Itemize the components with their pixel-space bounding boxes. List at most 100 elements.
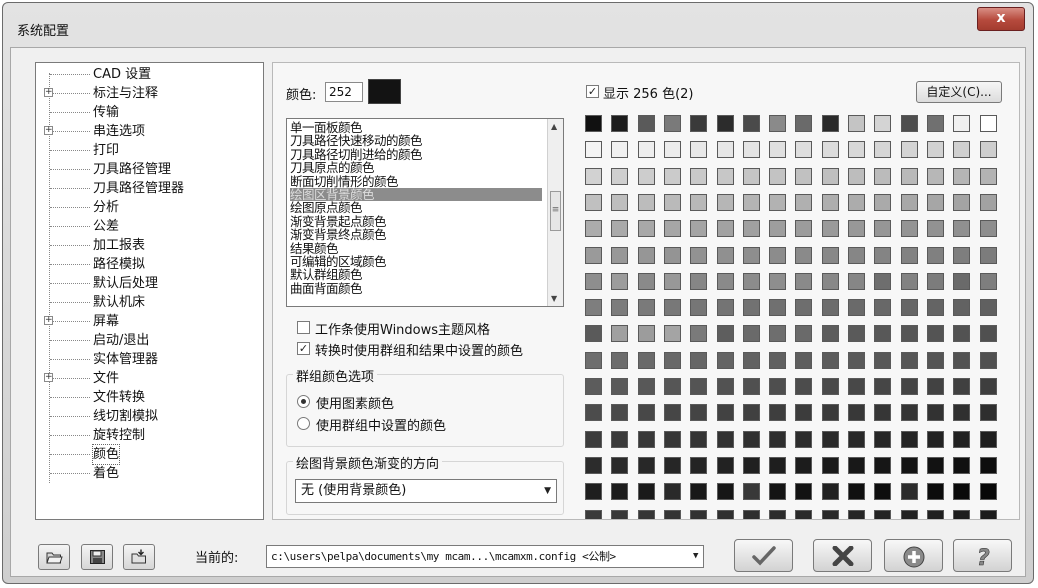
palette-color-cell[interactable] bbox=[585, 430, 602, 448]
palette-color-cell[interactable] bbox=[637, 115, 655, 132]
palette-color-cell[interactable] bbox=[769, 115, 787, 132]
palette-color-cell[interactable] bbox=[848, 299, 865, 317]
palette-color-cell[interactable] bbox=[716, 430, 734, 448]
palette-color-cell[interactable] bbox=[874, 509, 892, 519]
palette-color-cell[interactable] bbox=[690, 193, 708, 211]
tree-item[interactable]: 刀具路径管理 bbox=[36, 160, 263, 179]
palette-color-cell[interactable] bbox=[742, 456, 760, 474]
palette-color-cell[interactable] bbox=[637, 378, 655, 395]
palette-color-cell[interactable] bbox=[953, 430, 971, 448]
palette-color-cell[interactable] bbox=[663, 299, 681, 317]
show-256-colors-checkbox[interactable]: ✓ bbox=[586, 85, 599, 98]
palette-color-cell[interactable] bbox=[585, 509, 602, 519]
palette-color-cell[interactable] bbox=[716, 378, 734, 395]
expand-plus-icon[interactable]: + bbox=[44, 88, 53, 97]
color-list-item[interactable]: 绘图原点颜色 bbox=[290, 201, 542, 214]
palette-color-cell[interactable] bbox=[926, 483, 944, 501]
palette-color-cell[interactable] bbox=[795, 299, 813, 317]
tree-item[interactable]: 启动/退出 bbox=[36, 331, 263, 350]
tree-item[interactable]: + 串连选项 bbox=[36, 122, 263, 141]
palette-color-cell[interactable] bbox=[795, 115, 813, 132]
palette-color-cell[interactable] bbox=[637, 456, 655, 474]
palette-color-cell[interactable] bbox=[611, 141, 629, 159]
palette-color-cell[interactable] bbox=[900, 404, 918, 422]
palette-color-cell[interactable] bbox=[611, 483, 629, 501]
palette-color-cell[interactable] bbox=[716, 246, 734, 264]
palette-color-cell[interactable] bbox=[716, 483, 734, 501]
palette-color-cell[interactable] bbox=[611, 351, 629, 369]
palette-color-cell[interactable] bbox=[874, 141, 892, 159]
palette-color-cell[interactable] bbox=[821, 141, 839, 159]
palette-color-cell[interactable] bbox=[769, 351, 787, 369]
palette-color-cell[interactable] bbox=[611, 378, 629, 395]
palette-color-cell[interactable] bbox=[716, 167, 734, 185]
palette-color-cell[interactable] bbox=[848, 325, 865, 343]
tree-item[interactable]: CAD 设置 bbox=[36, 65, 263, 84]
color-list-item[interactable]: 绘图区背景颜色 bbox=[290, 188, 542, 201]
expand-plus-icon[interactable]: + bbox=[44, 316, 53, 325]
palette-color-cell[interactable] bbox=[848, 351, 865, 369]
color-list-item[interactable]: 渐变背景终点颜色 bbox=[290, 228, 542, 241]
palette-color-cell[interactable] bbox=[690, 115, 708, 132]
palette-color-cell[interactable] bbox=[926, 430, 944, 448]
palette-color-cell[interactable] bbox=[926, 272, 944, 290]
palette-color-cell[interactable] bbox=[742, 246, 760, 264]
color-palette-grid[interactable] bbox=[585, 115, 1008, 519]
palette-color-cell[interactable] bbox=[663, 272, 681, 290]
palette-color-cell[interactable] bbox=[874, 378, 892, 395]
palette-color-cell[interactable] bbox=[900, 220, 918, 238]
palette-color-cell[interactable] bbox=[769, 325, 787, 343]
palette-color-cell[interactable] bbox=[926, 246, 944, 264]
tree-item[interactable]: 默认机床 bbox=[36, 293, 263, 312]
expand-plus-icon[interactable]: + bbox=[44, 373, 53, 382]
palette-color-cell[interactable] bbox=[611, 272, 629, 290]
palette-color-cell[interactable] bbox=[953, 456, 971, 474]
palette-color-cell[interactable] bbox=[611, 220, 629, 238]
palette-color-cell[interactable] bbox=[874, 220, 892, 238]
palette-color-cell[interactable] bbox=[742, 483, 760, 501]
palette-color-cell[interactable] bbox=[874, 167, 892, 185]
custom-color-button[interactable]: 自定义(C)... bbox=[916, 81, 1002, 103]
palette-color-cell[interactable] bbox=[769, 483, 787, 501]
palette-color-cell[interactable] bbox=[926, 193, 944, 211]
palette-color-cell[interactable] bbox=[874, 115, 892, 132]
palette-color-cell[interactable] bbox=[742, 509, 760, 519]
palette-color-cell[interactable] bbox=[979, 378, 997, 395]
tree-item[interactable]: 打印 bbox=[36, 141, 263, 160]
palette-color-cell[interactable] bbox=[769, 404, 787, 422]
tree-item[interactable]: 传输 bbox=[36, 103, 263, 122]
palette-color-cell[interactable] bbox=[848, 430, 865, 448]
palette-color-cell[interactable] bbox=[611, 325, 629, 343]
category-tree[interactable]: CAD 设置 + 标注与注释 传输 + 串连选项 打印 刀具路径管理 刀具路径管理器 分析 公差 加工… bbox=[35, 62, 264, 520]
palette-color-cell[interactable] bbox=[979, 246, 997, 264]
palette-color-cell[interactable] bbox=[848, 246, 865, 264]
palette-color-cell[interactable] bbox=[953, 272, 971, 290]
palette-color-cell[interactable] bbox=[979, 430, 997, 448]
color-list-item[interactable]: 断面切削情形的颜色 bbox=[290, 175, 542, 188]
palette-color-cell[interactable] bbox=[926, 220, 944, 238]
palette-color-cell[interactable] bbox=[848, 456, 865, 474]
tree-item[interactable]: 默认后处理 bbox=[36, 274, 263, 293]
palette-color-cell[interactable] bbox=[979, 141, 997, 159]
palette-color-cell[interactable] bbox=[690, 378, 708, 395]
palette-color-cell[interactable] bbox=[637, 193, 655, 211]
palette-color-cell[interactable] bbox=[821, 456, 839, 474]
palette-color-cell[interactable] bbox=[742, 404, 760, 422]
palette-color-cell[interactable] bbox=[637, 430, 655, 448]
palette-color-cell[interactable] bbox=[795, 430, 813, 448]
palette-color-cell[interactable] bbox=[742, 167, 760, 185]
palette-color-cell[interactable] bbox=[716, 193, 734, 211]
open-config-button[interactable] bbox=[38, 544, 70, 570]
palette-color-cell[interactable] bbox=[953, 378, 971, 395]
group-colors-checkbox[interactable]: ✓ bbox=[297, 342, 310, 355]
palette-color-cell[interactable] bbox=[769, 378, 787, 395]
palette-color-cell[interactable] bbox=[769, 299, 787, 317]
palette-color-cell[interactable] bbox=[953, 246, 971, 264]
palette-color-cell[interactable] bbox=[848, 509, 865, 519]
palette-color-cell[interactable] bbox=[637, 509, 655, 519]
palette-color-cell[interactable] bbox=[611, 299, 629, 317]
palette-color-cell[interactable] bbox=[979, 299, 997, 317]
palette-color-cell[interactable] bbox=[979, 220, 997, 238]
tree-item[interactable]: 文件转换 bbox=[36, 388, 263, 407]
palette-color-cell[interactable] bbox=[953, 141, 971, 159]
